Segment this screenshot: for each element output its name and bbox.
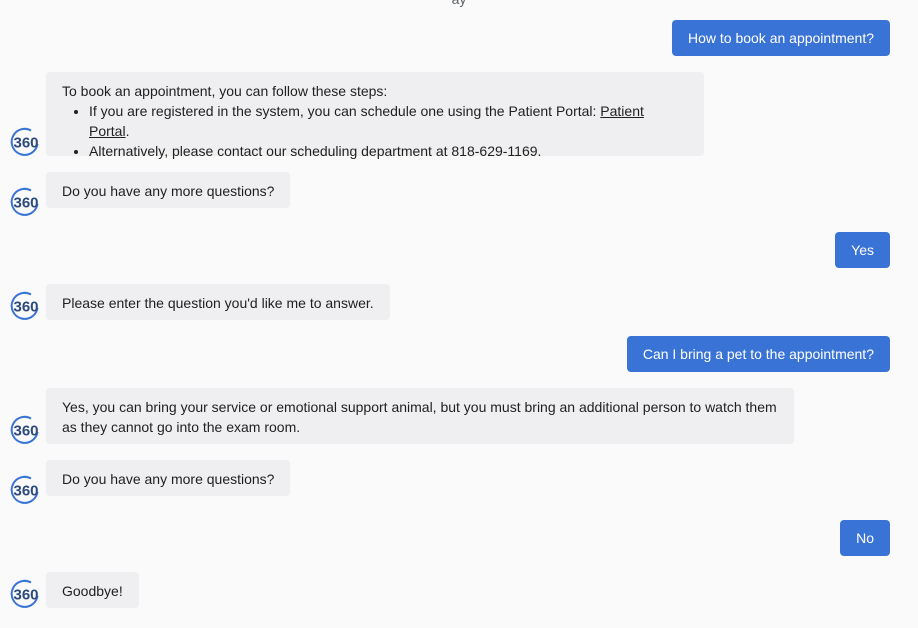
clipped-header-text: ay: [0, 0, 918, 7]
step-text: If you are registered in the system, you…: [89, 103, 601, 119]
user-message[interactable]: How to book an appointment?: [671, 20, 890, 56]
avatar-label: 360: [13, 423, 38, 440]
bot-avatar-icon: 360: [10, 475, 40, 505]
steps-list: If you are registered in the system, you…: [62, 101, 688, 161]
step-suffix: .: [125, 123, 130, 139]
bot-avatar-icon: 360: [10, 187, 40, 217]
bot-message: To book an appointment, you can follow t…: [46, 72, 704, 159]
bot-avatar-icon: 360: [10, 127, 40, 157]
bot-message: Do you have any more questions?: [46, 460, 291, 496]
chat-window: ay How to book an appointment? To book a…: [0, 0, 918, 628]
user-message[interactable]: Yes: [835, 232, 890, 268]
list-item: Alternatively, please contact our schedu…: [89, 141, 688, 161]
avatar-label: 360: [13, 195, 38, 212]
avatar-label: 360: [13, 135, 38, 152]
user-message[interactable]: Can I bring a pet to the appointment?: [626, 336, 890, 372]
bot-message-intro: To book an appointment, you can follow t…: [62, 83, 388, 99]
bot-message: Goodbye!: [46, 572, 139, 608]
user-message[interactable]: No: [840, 520, 890, 556]
bot-avatar-icon: 360: [10, 415, 40, 445]
bot-message: Yes, you can bring your service or emoti…: [46, 388, 794, 444]
avatar-label: 360: [13, 299, 38, 316]
list-item: If you are registered in the system, you…: [89, 101, 688, 141]
bot-avatar-icon: 360: [10, 579, 40, 609]
bot-message: Please enter the question you'd like me …: [46, 284, 390, 320]
avatar-label: 360: [13, 483, 38, 500]
avatar-label: 360: [13, 587, 38, 604]
bot-avatar-icon: 360: [10, 291, 40, 321]
bot-message: Do you have any more questions?: [46, 172, 291, 208]
